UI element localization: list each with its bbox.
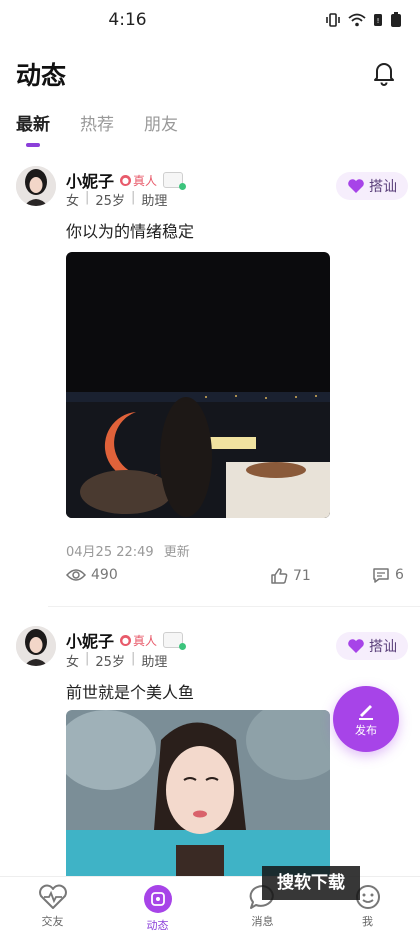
- bell-icon[interactable]: [372, 60, 396, 86]
- post-text: 你以为的情绪稳定: [66, 222, 195, 241]
- real-person-badge: ● 真人: [120, 172, 157, 189]
- like-button[interactable]: 71: [270, 567, 311, 585]
- publish-button[interactable]: 发布: [333, 686, 399, 752]
- likes-count: 71: [293, 568, 311, 584]
- real-badge-icon: ●: [120, 634, 132, 646]
- job: 助理: [141, 655, 168, 670]
- post-stats: 490 71 6: [66, 567, 404, 587]
- post-timestamp: 04月25 22:49: [66, 545, 154, 560]
- flirt-button[interactable]: 搭讪: [336, 172, 408, 200]
- post-image[interactable]: [66, 252, 330, 518]
- post-time: 04月25 22:49 更新: [66, 541, 190, 560]
- heart-icon: [348, 179, 364, 193]
- status-time: 4:16: [108, 10, 147, 30]
- divider: [48, 606, 420, 607]
- comment-button[interactable]: 6: [372, 567, 404, 583]
- page-title: 动态: [16, 61, 67, 90]
- wifi-icon: [348, 13, 366, 27]
- real-badge-label: 真人: [133, 173, 158, 188]
- svg-text:!: !: [377, 17, 380, 25]
- tab-latest[interactable]: 最新: [16, 110, 50, 147]
- post-text: 前世就是个美人鱼: [66, 683, 195, 702]
- status-bar: 4:16 !: [0, 0, 420, 42]
- job: 助理: [141, 194, 168, 209]
- tabbar-label: 消息: [251, 915, 274, 928]
- avatar[interactable]: [16, 166, 56, 206]
- heartbeat-icon: [38, 884, 67, 909]
- flirt-label: 搭讪: [369, 179, 397, 195]
- tabbar-item-dynamic[interactable]: 动态: [105, 877, 210, 934]
- user-meta: 女 | 25岁 | 助理: [66, 651, 168, 670]
- name-row: 小妮子 ● 真人: [66, 628, 187, 652]
- eye-icon: [66, 569, 86, 581]
- real-badge-label: 真人: [133, 633, 158, 648]
- heart-icon: [348, 639, 364, 653]
- tabbar-label: 交友: [41, 915, 64, 928]
- comment-icon: [373, 568, 389, 583]
- real-badge-icon: ●: [120, 174, 132, 186]
- publish-label: 发布: [355, 724, 377, 737]
- update-label: 更新: [163, 545, 190, 560]
- age: 25岁: [95, 655, 125, 670]
- header: 动态: [0, 52, 420, 100]
- watermark: 搜软下载: [262, 866, 360, 900]
- username[interactable]: 小妮子: [66, 168, 114, 192]
- feed-tabs: 最新 热荐 朋友: [16, 110, 178, 147]
- avatar[interactable]: [16, 626, 56, 666]
- tabbar-label: 动态: [146, 919, 169, 932]
- tabbar-label: 我: [362, 915, 373, 928]
- thumbs-up-icon: [271, 568, 288, 584]
- verified-id-icon: [163, 172, 187, 190]
- post-image[interactable]: [66, 710, 330, 876]
- age: 25岁: [95, 194, 125, 209]
- user-meta: 女 | 25岁 | 助理: [66, 190, 168, 209]
- battery-icon: [391, 12, 401, 27]
- real-person-badge: ● 真人: [120, 632, 157, 649]
- tab-recommended[interactable]: 热荐: [80, 110, 114, 135]
- tabbar-item-friends[interactable]: 交友: [0, 877, 105, 934]
- pen-icon: [359, 705, 373, 720]
- flirt-label: 搭讪: [369, 639, 397, 655]
- flirt-button[interactable]: 搭讪: [336, 632, 408, 660]
- sim-icon: !: [374, 14, 382, 26]
- vibrate-icon: [326, 13, 340, 27]
- gender: 女: [66, 655, 80, 670]
- views-count: 490: [91, 567, 118, 583]
- verified-id-icon: [163, 632, 187, 650]
- tab-friends[interactable]: 朋友: [144, 110, 178, 135]
- dynamic-icon: [143, 885, 172, 913]
- status-icons: !: [325, 12, 402, 28]
- views-stat: 490: [66, 567, 118, 583]
- name-row: 小妮子 ● 真人: [66, 168, 187, 192]
- comments-count: 6: [395, 567, 404, 583]
- username[interactable]: 小妮子: [66, 628, 114, 652]
- gender: 女: [66, 194, 80, 209]
